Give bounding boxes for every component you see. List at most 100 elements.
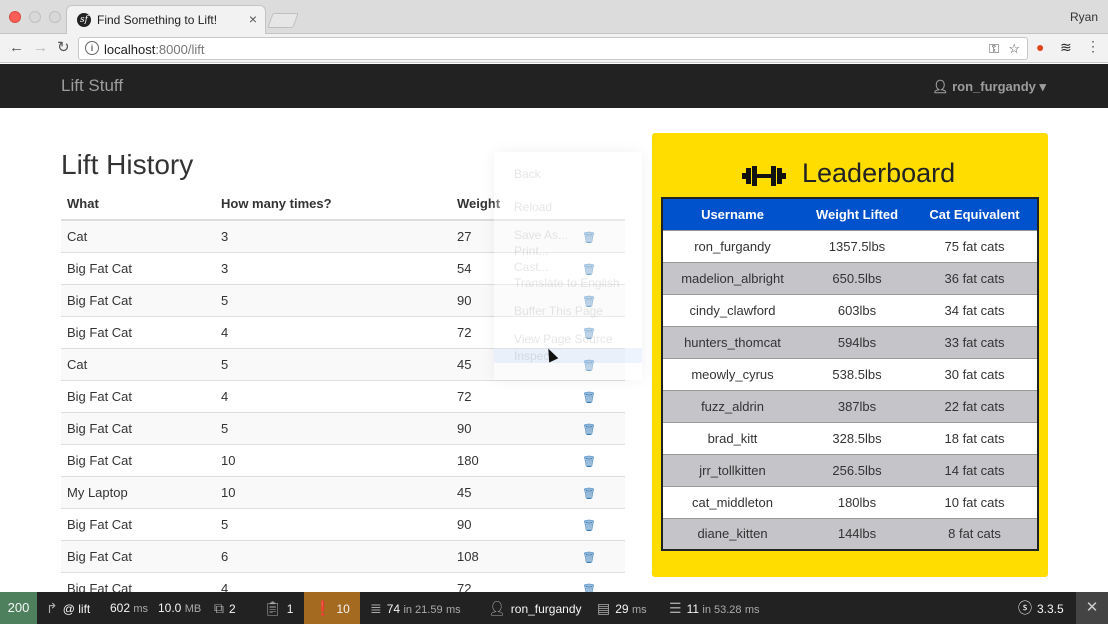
- cell-times: 5: [215, 283, 451, 316]
- trash-icon[interactable]: 🗑︎: [582, 520, 596, 532]
- lb-cell-weight: 594lbs: [802, 325, 912, 358]
- reload-icon[interactable]: ↻: [57, 39, 70, 57]
- extension-flame-icon[interactable]: ●: [1036, 39, 1044, 55]
- context-menu-ghost: Back Reload Save As... Print... Cast... …: [494, 152, 642, 380]
- browser-tabbar: sf Find Something to Lift! × Ryan: [0, 0, 1108, 34]
- leaderboard-table: Username Weight Lifted Cat Equivalent ro…: [661, 197, 1039, 551]
- leaderboard-row: cindy_clawford 603lbs 34 fat cats: [662, 293, 1038, 326]
- lb-cell-weight: 387lbs: [802, 389, 912, 422]
- lb-cell-cats: 30 fat cats: [912, 357, 1038, 390]
- lb-cell-username: hunters_thomcat: [662, 325, 802, 358]
- lb-cell-username: madelion_albright: [662, 261, 802, 294]
- col-header-what: What: [61, 187, 215, 221]
- app-navbar: Lift Stuff 👤︎ ron_furgandy ▾: [0, 64, 1108, 108]
- ghost-item-translate: Translate to English: [514, 276, 620, 290]
- cache-panel[interactable]: ☰ 11 in 53.28 ms: [669, 592, 760, 624]
- lb-cell-weight: 1357.5lbs: [802, 229, 912, 262]
- lb-cell-username: jrr_tollkitten: [662, 453, 802, 486]
- cell-times: 4: [215, 379, 451, 412]
- lb-cell-cats: 75 fat cats: [912, 229, 1038, 262]
- cell-times: 5: [215, 507, 451, 540]
- cell-times: 4: [215, 315, 451, 348]
- cache-icon: ☰: [669, 600, 682, 616]
- lb-cell-weight: 650.5lbs: [802, 261, 912, 294]
- ghost-item-save: Save As...: [514, 228, 569, 242]
- window-zoom-button[interactable]: [49, 11, 61, 23]
- lb-cell-cats: 10 fat cats: [912, 485, 1038, 518]
- window-close-button[interactable]: [9, 11, 21, 23]
- lb-cell-weight: 538.5lbs: [802, 357, 912, 390]
- close-toolbar-icon[interactable]: ✕: [1076, 592, 1108, 624]
- symfony-logo-icon: ⓢ: [1018, 600, 1032, 616]
- table-row: Big Fat Cat 10 180 🗑︎: [61, 443, 625, 476]
- trash-icon[interactable]: 🗑︎: [582, 456, 596, 468]
- table-row: Big Fat Cat 5 90 🗑︎: [61, 507, 625, 540]
- cell-weight: 72: [451, 379, 576, 412]
- url-text[interactable]: localhost:8000/lift: [104, 42, 204, 57]
- route-panel[interactable]: ↱ @ lift: [46, 592, 90, 624]
- forward-arrow-icon[interactable]: →: [33, 39, 48, 57]
- ghost-item-view-source: View Page Source: [514, 332, 613, 346]
- leaderboard-panel: Leaderboard Username Weight Lifted Cat E…: [652, 133, 1048, 577]
- symfony-favicon-icon: sf: [77, 13, 91, 27]
- info-icon[interactable]: i: [85, 41, 99, 55]
- lb-cell-username: diane_kitten: [662, 517, 802, 550]
- warnings-panel[interactable]: ❗ 10: [304, 592, 360, 624]
- key-icon[interactable]: ⚿: [989, 41, 999, 57]
- trash-icon[interactable]: 🗑︎: [582, 424, 596, 436]
- cell-what: Cat: [61, 347, 215, 380]
- lb-cell-weight: 603lbs: [802, 293, 912, 326]
- forms-panel[interactable]: ⧉ 2: [214, 592, 236, 624]
- bookmark-star-icon[interactable]: ☆: [1008, 41, 1020, 57]
- twig-panel[interactable]: ▤ 29 ms: [597, 592, 647, 624]
- cell-actions: 🗑︎: [576, 411, 625, 444]
- logs-panel[interactable]: 📋︎ 1: [264, 592, 293, 624]
- ghost-item-reload: Reload: [514, 200, 553, 214]
- cell-weight: 45: [451, 475, 576, 508]
- table-row: Big Fat Cat 5 90 🗑︎: [61, 411, 625, 444]
- security-panel[interactable]: 👤︎ ron_furgandy: [488, 592, 582, 624]
- leaderboard-row: hunters_thomcat 594lbs 33 fat cats: [662, 325, 1038, 358]
- time-panel[interactable]: 602 ms: [110, 592, 148, 624]
- cell-actions: 🗑︎: [576, 539, 625, 572]
- extension-buffer-icon[interactable]: ≋: [1060, 39, 1072, 56]
- table-row: My Laptop 10 45 🗑︎: [61, 475, 625, 508]
- profile-name[interactable]: Ryan: [1070, 10, 1098, 24]
- new-tab-button[interactable]: [267, 13, 299, 28]
- browser-tab[interactable]: sf Find Something to Lift! ×: [66, 5, 266, 34]
- user-icon: 👤︎: [931, 79, 953, 94]
- trash-icon[interactable]: 🗑︎: [582, 552, 596, 564]
- lb-cell-username: meowly_cyrus: [662, 357, 802, 390]
- leaderboard-row: meowly_cyrus 538.5lbs 30 fat cats: [662, 357, 1038, 390]
- cell-actions: 🗑︎: [576, 507, 625, 540]
- symfony-version-panel[interactable]: ⓢ 3.3.5: [1018, 592, 1064, 624]
- lb-cell-cats: 8 fat cats: [912, 517, 1038, 550]
- tab-title: Find Something to Lift!: [97, 13, 218, 27]
- trash-icon[interactable]: 🗑︎: [582, 488, 596, 500]
- window-minimize-button[interactable]: [29, 11, 41, 23]
- database-panel[interactable]: ≣ 74 in 21.59 ms: [370, 592, 461, 624]
- cell-weight: 90: [451, 507, 576, 540]
- lb-cell-cats: 18 fat cats: [912, 421, 1038, 454]
- lb-cell-weight: 144lbs: [802, 517, 912, 550]
- address-bar[interactable]: i localhost:8000/lift ⚿ ☆: [78, 37, 1028, 60]
- tab-close-icon[interactable]: ×: [249, 11, 257, 27]
- leaderboard-row: fuzz_aldrin 387lbs 22 fat cats: [662, 389, 1038, 422]
- dumbbell-icon: [742, 166, 786, 186]
- status-code-badge[interactable]: 200: [0, 592, 37, 624]
- trash-icon[interactable]: 🗑︎: [582, 392, 596, 404]
- cell-what: Big Fat Cat: [61, 315, 215, 348]
- lb-cell-username: fuzz_aldrin: [662, 389, 802, 422]
- browser-menu-icon[interactable]: ⋮: [1086, 38, 1100, 55]
- brand-link[interactable]: Lift Stuff: [61, 76, 123, 96]
- table-row: Big Fat Cat 4 72 🗑︎: [61, 379, 625, 412]
- memory-panel[interactable]: 10.0 MB: [158, 592, 201, 624]
- back-arrow-icon[interactable]: ←: [9, 39, 24, 57]
- cell-times: 10: [215, 475, 451, 508]
- ghost-item-back: Back: [514, 167, 541, 181]
- cell-weight: 108: [451, 539, 576, 572]
- lb-cell-cats: 22 fat cats: [912, 389, 1038, 422]
- user-menu-dropdown[interactable]: 👤︎ ron_furgandy ▾: [932, 79, 1046, 95]
- leaderboard-row: diane_kitten 144lbs 8 fat cats: [662, 517, 1038, 550]
- cell-times: 3: [215, 251, 451, 284]
